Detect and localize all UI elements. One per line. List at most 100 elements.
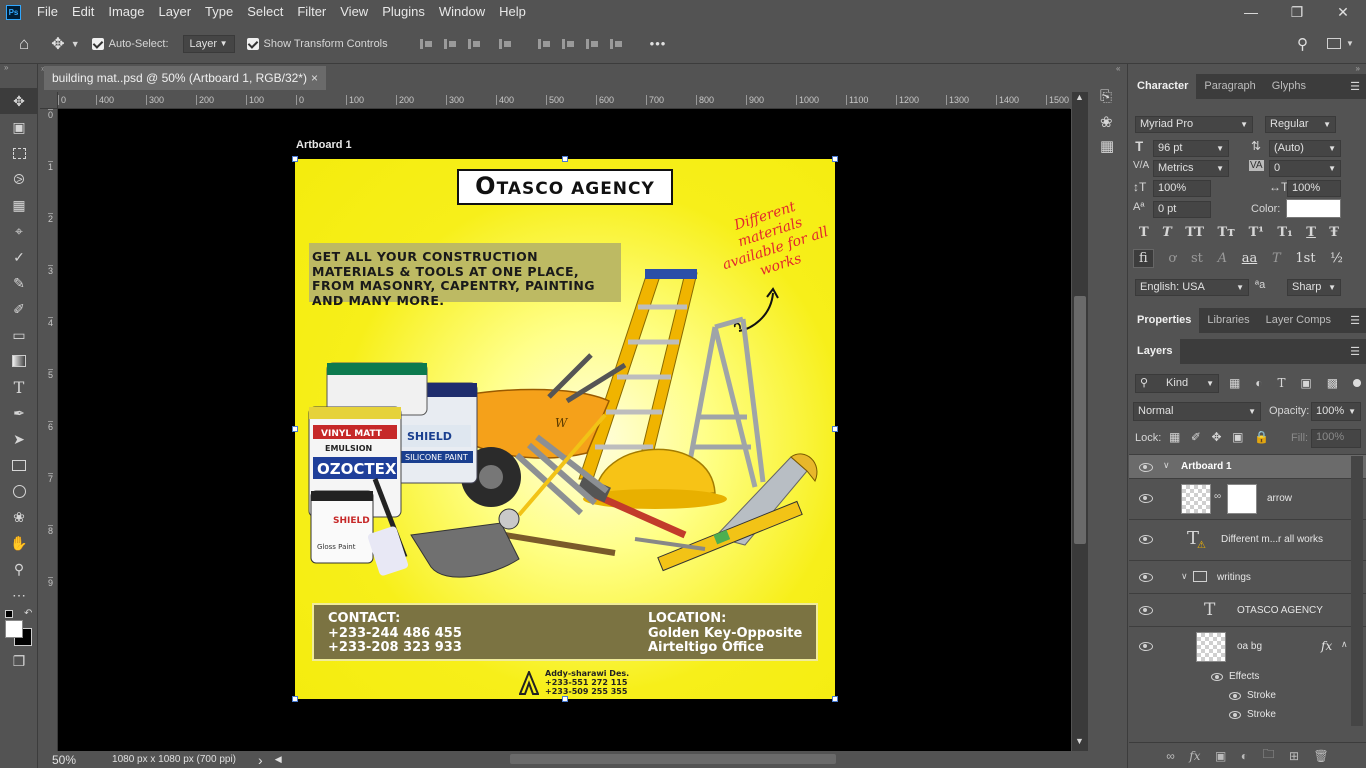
image-filter-icon[interactable]: ▦ bbox=[1229, 376, 1240, 390]
chevron-down-icon[interactable]: ∨ bbox=[1181, 571, 1188, 582]
layer-row-group[interactable]: ∨ writings bbox=[1129, 560, 1366, 593]
layer-row-title-text[interactable]: T OTASCO AGENCY bbox=[1129, 593, 1366, 626]
lock-artboard-icon[interactable]: ▣ bbox=[1232, 430, 1243, 444]
align-bottom-icon[interactable] bbox=[585, 37, 599, 51]
close-tab-icon[interactable]: × bbox=[311, 66, 318, 90]
all-caps-icon[interactable]: TT bbox=[1185, 225, 1204, 240]
swap-colors-icon[interactable]: ↶ bbox=[24, 608, 32, 619]
artboard-label[interactable]: Artboard 1 bbox=[296, 139, 352, 151]
tab-layer-comps[interactable]: Layer Comps bbox=[1258, 308, 1339, 333]
fill-field[interactable]: 100% bbox=[1311, 429, 1361, 448]
opacity-field[interactable]: 100% ▼ bbox=[1311, 402, 1361, 421]
subscript-icon[interactable]: T₁ bbox=[1277, 225, 1292, 240]
visibility-eye-icon[interactable] bbox=[1229, 711, 1241, 719]
collapse-icon[interactable]: » bbox=[0, 64, 37, 72]
transform-handle[interactable] bbox=[292, 426, 298, 432]
font-size-field[interactable]: 96 pt ▼ bbox=[1153, 140, 1229, 157]
auto-select-dropdown[interactable]: Layer ▼ bbox=[182, 34, 235, 53]
history-icon[interactable]: ⎘ bbox=[1100, 88, 1127, 105]
text-color-swatch[interactable] bbox=[1286, 199, 1341, 218]
collapse-icon[interactable]: » bbox=[1129, 64, 1366, 74]
layer-row-artboard[interactable]: ∨ Artboard 1 bbox=[1129, 454, 1366, 478]
shape-filter-icon[interactable]: ▣ bbox=[1300, 376, 1311, 390]
faux-bold-icon[interactable]: T bbox=[1139, 225, 1149, 240]
stylistic-alt-icon[interactable]: st bbox=[1191, 251, 1203, 266]
layer-row-arrow[interactable]: ∞ arrow bbox=[1129, 478, 1366, 519]
chevron-down-icon[interactable]: ∨ bbox=[1163, 460, 1170, 471]
restore-icon[interactable]: ❐ bbox=[1274, 4, 1320, 21]
panel-menu-icon[interactable]: ☰ bbox=[1350, 345, 1360, 358]
link-layers-icon[interactable]: ∞ bbox=[1166, 749, 1175, 763]
menu-view[interactable]: View bbox=[333, 0, 375, 24]
zoom-level[interactable]: 50% bbox=[52, 753, 76, 767]
grid-icon[interactable]: ▦ bbox=[1100, 137, 1127, 155]
panel-menu-icon[interactable]: ☰ bbox=[1350, 314, 1360, 327]
filter-toggle-icon[interactable] bbox=[1352, 379, 1361, 387]
transform-handle[interactable] bbox=[562, 156, 568, 162]
tab-paragraph[interactable]: Paragraph bbox=[1196, 74, 1263, 99]
small-caps-icon[interactable]: Tт bbox=[1217, 225, 1235, 240]
horizontal-scale-field[interactable]: 100% bbox=[1287, 180, 1341, 197]
more-tools[interactable]: ⋯ bbox=[0, 582, 38, 608]
align-center-icon[interactable] bbox=[443, 37, 457, 51]
distribute-icon[interactable] bbox=[498, 37, 512, 51]
ellipse-tool[interactable] bbox=[0, 478, 38, 504]
align-right-icon[interactable] bbox=[467, 37, 481, 51]
rectangle-tool[interactable] bbox=[0, 452, 38, 478]
zoom-tool[interactable]: ⚲ bbox=[0, 556, 38, 582]
healing-tool[interactable]: ✎ bbox=[0, 270, 38, 296]
eyedropper-tool[interactable]: ✓ bbox=[0, 244, 38, 270]
color-palette-icon[interactable]: ❀ bbox=[1100, 113, 1127, 131]
object-select-tool[interactable]: ▦ bbox=[0, 192, 38, 218]
lasso-tool[interactable]: ⧁ bbox=[0, 166, 38, 192]
visibility-eye-icon[interactable] bbox=[1139, 535, 1153, 544]
layer-kind-filter[interactable]: ⚲ Kind ▼ bbox=[1135, 374, 1219, 393]
menu-help[interactable]: Help bbox=[492, 0, 533, 24]
blend-mode-dropdown[interactable]: Normal ▼ bbox=[1133, 402, 1261, 421]
adjustment-layer-icon[interactable]: ◐ bbox=[1241, 749, 1248, 763]
vertical-scale-field[interactable]: 100% bbox=[1153, 180, 1211, 197]
pen-tool[interactable]: ✒ bbox=[0, 400, 38, 426]
distribute-vertical-icon[interactable] bbox=[609, 37, 623, 51]
contextual-icon[interactable]: T bbox=[1272, 251, 1281, 266]
chevron-down-icon[interactable]: ▼ bbox=[1346, 39, 1354, 48]
ligatures-icon[interactable]: fi bbox=[1133, 249, 1154, 268]
panel-menu-icon[interactable]: ☰ bbox=[1350, 80, 1360, 93]
swash-icon[interactable]: A bbox=[1218, 251, 1227, 266]
tab-character[interactable]: Character bbox=[1129, 74, 1197, 99]
add-style-icon[interactable]: fx bbox=[1189, 749, 1200, 763]
fractions-icon[interactable]: ½ bbox=[1330, 251, 1343, 266]
transform-handle[interactable] bbox=[562, 696, 568, 702]
artboard[interactable]: OTASCO AGENCY GET ALL YOUR CONSTRUCTION … bbox=[295, 159, 835, 699]
tab-glyphs[interactable]: Glyphs bbox=[1264, 74, 1314, 99]
transform-handle[interactable] bbox=[832, 426, 838, 432]
visibility-eye-icon[interactable] bbox=[1139, 573, 1153, 582]
new-layer-icon[interactable]: ⊞ bbox=[1289, 749, 1299, 763]
transform-handle[interactable] bbox=[292, 696, 298, 702]
visibility-eye-icon[interactable] bbox=[1139, 642, 1153, 651]
transform-handle[interactable] bbox=[832, 696, 838, 702]
old-style-icon[interactable]: ơ bbox=[1168, 251, 1176, 266]
transform-handle[interactable] bbox=[832, 156, 838, 162]
eraser-tool[interactable]: ▭ bbox=[0, 322, 38, 348]
superscript-icon[interactable]: T¹ bbox=[1249, 225, 1264, 240]
visibility-eye-icon[interactable] bbox=[1139, 606, 1153, 615]
vertical-scroll-thumb[interactable] bbox=[1074, 296, 1086, 544]
stroke-effect-row[interactable]: Stroke bbox=[1129, 687, 1366, 706]
brush-tool[interactable]: ✐ bbox=[0, 296, 38, 322]
minimize-icon[interactable]: — bbox=[1228, 4, 1274, 20]
adjustment-filter-icon[interactable]: ◐ bbox=[1255, 376, 1262, 390]
smart-filter-icon[interactable]: ▩ bbox=[1327, 376, 1338, 390]
scroll-left-icon[interactable]: ◀ bbox=[275, 754, 282, 765]
lock-transparency-icon[interactable]: ▦ bbox=[1169, 430, 1180, 444]
delete-layer-icon[interactable]: 🗑 bbox=[1314, 749, 1329, 763]
language-dropdown[interactable]: English: USA ▼ bbox=[1135, 279, 1249, 296]
layer-row-oa-bg[interactable]: oa bg fx ∧ bbox=[1129, 626, 1366, 668]
lock-position-icon[interactable]: ✥ bbox=[1212, 430, 1222, 444]
lock-pixels-icon[interactable]: ✐ bbox=[1191, 430, 1201, 444]
lock-all-icon[interactable]: 🔒 bbox=[1254, 430, 1269, 444]
scroll-down-icon[interactable]: ▼ bbox=[1075, 736, 1084, 746]
crop-tool[interactable]: ⌖ bbox=[0, 218, 38, 244]
layer-mask-thumbnail[interactable] bbox=[1227, 484, 1257, 514]
workspace-icon[interactable] bbox=[1327, 38, 1341, 49]
